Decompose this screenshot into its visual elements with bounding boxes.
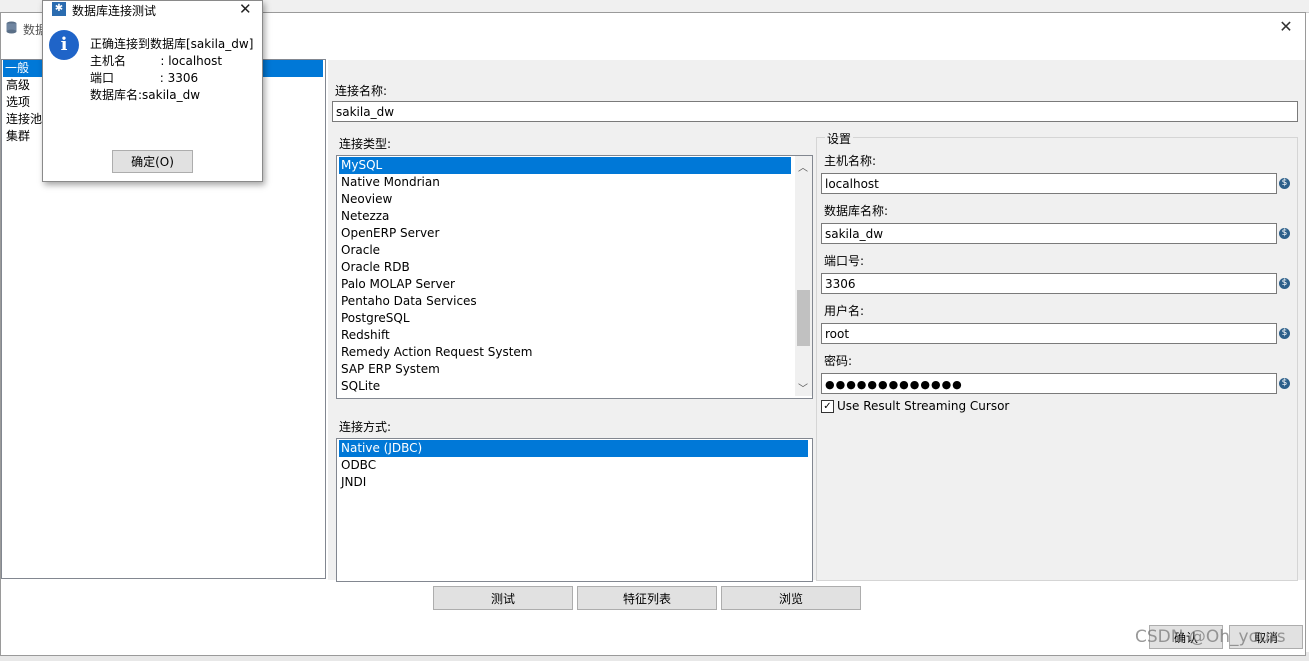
- list-item[interactable]: OpenERP Server: [339, 225, 439, 242]
- nav-item-clustering[interactable]: 集群: [4, 128, 32, 145]
- connection-name-label: 连接名称:: [335, 84, 388, 98]
- list-item[interactable]: Palo MOLAP Server: [339, 276, 455, 293]
- list-item[interactable]: SQLite: [339, 378, 380, 395]
- username-label: 用户名:: [824, 304, 865, 318]
- connection-name-input[interactable]: sakila_dw: [332, 101, 1298, 122]
- password-input[interactable]: ●●●●●●●●●●●●●: [821, 373, 1277, 394]
- nav-item-advanced[interactable]: 高级: [4, 77, 32, 94]
- list-item[interactable]: Pentaho Data Services: [339, 293, 477, 310]
- database-icon: [6, 21, 17, 34]
- database-name-input[interactable]: sakila_dw: [821, 223, 1277, 244]
- list-item[interactable]: Redshift: [339, 327, 390, 344]
- list-item[interactable]: Native (JDBC): [339, 440, 808, 457]
- scroll-down-icon[interactable]: ﹀: [798, 380, 808, 395]
- variable-icon[interactable]: $: [1279, 328, 1290, 339]
- database-name-label: 数据库名称:: [824, 204, 889, 218]
- variable-icon[interactable]: $: [1279, 278, 1290, 289]
- streaming-cursor-label: Use Result Streaming Cursor: [837, 399, 1010, 413]
- host-label: 主机名称:: [824, 154, 877, 168]
- kettle-app-icon: ✱: [52, 2, 66, 16]
- access-type-label: 连接方式:: [339, 420, 392, 434]
- popup-message-line: 端口 : 3306: [90, 71, 199, 85]
- variable-icon[interactable]: $: [1279, 178, 1290, 189]
- port-label: 端口号:: [824, 254, 865, 268]
- host-input[interactable]: localhost: [821, 173, 1277, 194]
- list-item[interactable]: Neoview: [339, 191, 392, 208]
- nav-item-pooling[interactable]: 连接池: [4, 111, 44, 128]
- connection-test-popup: ✱ 数据库连接测试 ✕ i 正确连接到数据库[sakila_dw] 主机名 : …: [42, 0, 263, 182]
- dialog-close-icon[interactable]: ✕: [1277, 18, 1295, 36]
- general-panel: 连接名称: sakila_dw 连接类型: MySQL Native Mondr…: [328, 60, 1305, 582]
- connection-type-list[interactable]: MySQL Native Mondrian Neoview Netezza Op…: [336, 155, 813, 399]
- scroll-thumb[interactable]: [797, 290, 810, 346]
- list-item[interactable]: SAP ERP System: [339, 361, 440, 378]
- info-icon: i: [49, 30, 79, 60]
- port-input[interactable]: 3306: [821, 273, 1277, 294]
- password-label: 密码:: [824, 354, 853, 368]
- streaming-cursor-checkbox[interactable]: ✓: [821, 400, 834, 413]
- popup-title: 数据库连接测试: [72, 4, 157, 18]
- list-item[interactable]: MySQL: [339, 157, 791, 174]
- connection-type-scrollbar[interactable]: ︿ ﹀: [795, 156, 812, 396]
- scroll-up-icon[interactable]: ︿: [798, 159, 808, 174]
- nav-item-options[interactable]: 选项: [4, 94, 32, 111]
- list-item[interactable]: Native Mondrian: [339, 174, 440, 191]
- popup-ok-button[interactable]: 确定(O): [112, 150, 193, 173]
- list-item[interactable]: JNDI: [339, 474, 366, 491]
- popup-message-line: 数据库名:sakila_dw: [90, 88, 201, 102]
- connection-type-label: 连接类型:: [339, 137, 392, 151]
- settings-group-label: 设置: [825, 130, 854, 147]
- access-type-list[interactable]: Native (JDBC) ODBC JNDI: [336, 438, 813, 582]
- popup-close-icon[interactable]: ✕: [239, 0, 252, 18]
- popup-message-line: 正确连接到数据库[sakila_dw]: [90, 37, 254, 51]
- username-input[interactable]: root: [821, 323, 1277, 344]
- popup-message-line: 主机名 : localhost: [90, 54, 223, 68]
- feature-list-button[interactable]: 特征列表: [577, 586, 717, 610]
- test-button[interactable]: 测试: [433, 586, 573, 610]
- variable-icon[interactable]: $: [1279, 228, 1290, 239]
- csdn-watermark: CSDN @Oh_yours: [1135, 627, 1286, 647]
- list-item[interactable]: Remedy Action Request System: [339, 344, 533, 361]
- variable-icon[interactable]: $: [1279, 378, 1290, 389]
- settings-group: [816, 137, 1298, 581]
- list-item[interactable]: Oracle RDB: [339, 259, 410, 276]
- list-item[interactable]: Netezza: [339, 208, 389, 225]
- browse-button[interactable]: 浏览: [721, 586, 861, 610]
- list-item[interactable]: Oracle: [339, 242, 380, 259]
- list-item[interactable]: PostgreSQL: [339, 310, 410, 327]
- list-item[interactable]: ODBC: [339, 457, 376, 474]
